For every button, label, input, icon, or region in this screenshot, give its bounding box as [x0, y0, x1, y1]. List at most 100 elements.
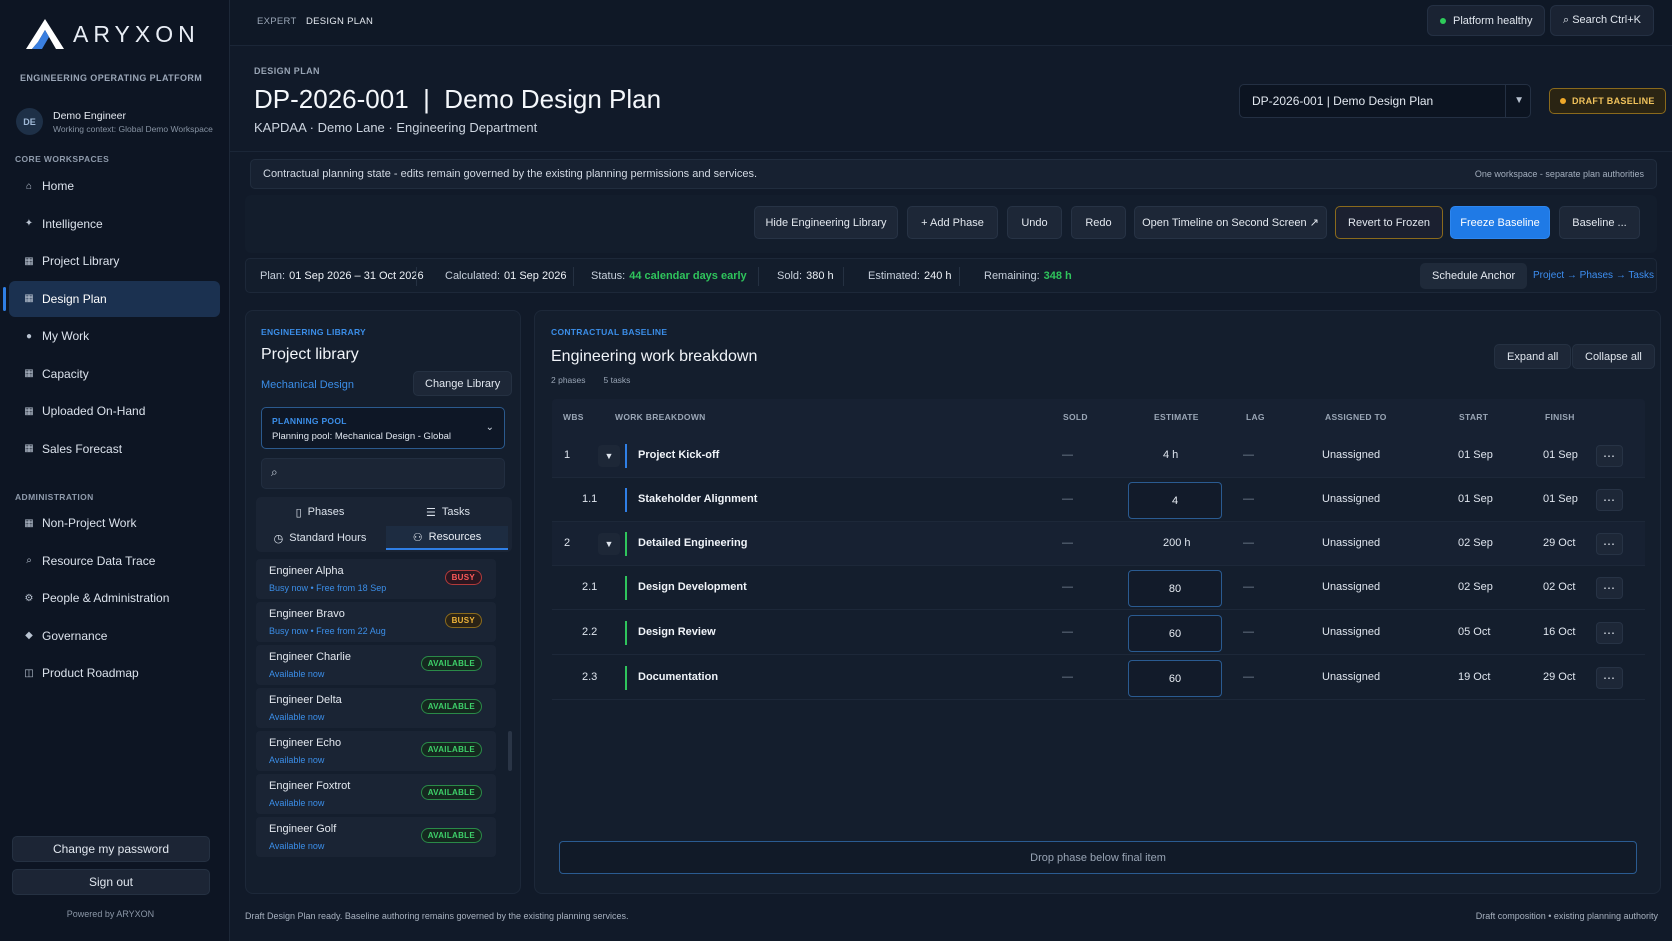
- diamond-icon: ◆: [25, 630, 33, 641]
- work-item-name[interactable]: Project Kick-off: [638, 449, 719, 461]
- plan-selector[interactable]: DP-2026-001 | Demo Design Plan ▼: [1239, 84, 1531, 118]
- sign-out-button[interactable]: Sign out: [12, 869, 210, 895]
- resource-name: Engineer Bravo: [269, 608, 345, 620]
- collapse-toggle-icon[interactable]: ▼: [598, 533, 620, 555]
- more-options-icon[interactable]: ⋯: [1596, 445, 1623, 467]
- task-row[interactable]: 2.3 Documentation — — Unassigned 19 Oct 29 Oct…: [552, 656, 1645, 700]
- baseline-menu-button[interactable]: Baseline ...: [1559, 206, 1640, 239]
- sidebar-item-my-work[interactable]: ● My Work: [9, 318, 220, 354]
- estimate-input[interactable]: [1128, 615, 1222, 652]
- resource-card[interactable]: Engineer Golf Available now AVAILABLE: [256, 817, 496, 857]
- estimate-input[interactable]: [1128, 660, 1222, 697]
- sidebar-item-label: Design Plan: [42, 291, 107, 306]
- sidebar-item-intelligence[interactable]: ✦ Intelligence: [9, 206, 220, 242]
- sidebar-item-project-library[interactable]: ▦ Project Library: [9, 243, 220, 279]
- administration-heading: ADMINISTRATION: [15, 492, 94, 502]
- tab-phases-label: Phases: [307, 506, 345, 518]
- expand-all-button[interactable]: Expand all: [1494, 344, 1572, 369]
- more-options-icon[interactable]: ⋯: [1596, 533, 1623, 555]
- sidebar-item-home[interactable]: ⌂ Home: [9, 168, 220, 204]
- task-row[interactable]: 2.2 Design Review — — Unassigned 05 Oct 16 Oct…: [552, 611, 1645, 655]
- stat-calculated-label: Calculated:: [445, 270, 501, 282]
- resource-card[interactable]: Engineer Delta Available now AVAILABLE: [256, 688, 496, 728]
- estimate-input[interactable]: [1128, 482, 1222, 519]
- work-item-name[interactable]: Design Review: [638, 626, 716, 638]
- estimate-input[interactable]: [1128, 570, 1222, 607]
- hide-library-button[interactable]: Hide Engineering Library: [754, 206, 898, 239]
- wbs-kicker: CONTRACTUAL BASELINE: [551, 327, 668, 337]
- stat-divider: [573, 267, 574, 286]
- planning-pool-select[interactable]: PLANNING POOL Planning pool: Mechanical …: [261, 407, 505, 449]
- collapse-toggle-icon[interactable]: ▼: [598, 445, 620, 467]
- stat-estimated-value: 240 h: [923, 270, 952, 282]
- work-item-name[interactable]: Stakeholder Alignment: [638, 493, 757, 505]
- task-row[interactable]: 2.1 Design Development — — Unassigned 02 Sep 0…: [552, 566, 1645, 610]
- resource-card[interactable]: Engineer Echo Available now AVAILABLE: [256, 731, 496, 771]
- change-library-button[interactable]: Change Library: [413, 371, 513, 396]
- phase-color-bar: [625, 666, 627, 690]
- sidebar-item-sales-forecast[interactable]: ▦ Sales Forecast: [9, 431, 220, 467]
- more-options-icon[interactable]: ⋯: [1596, 667, 1623, 689]
- library-search-input[interactable]: [261, 458, 505, 489]
- freeze-baseline-button[interactable]: Freeze Baseline: [1450, 206, 1550, 239]
- resource-card[interactable]: Engineer Bravo Busy now • Free from 22 Au…: [256, 602, 496, 642]
- sidebar-item-governance[interactable]: ◆ Governance: [9, 618, 220, 654]
- assigned-to[interactable]: Unassigned: [1322, 626, 1380, 638]
- schedule-anchor-button[interactable]: Schedule Anchor: [1420, 263, 1528, 289]
- tab-standard-hours[interactable]: ◷ Standard Hours: [256, 526, 384, 550]
- assigned-to[interactable]: Unassigned: [1322, 581, 1380, 593]
- more-options-icon[interactable]: ⋯: [1596, 622, 1623, 644]
- finish-date: 01 Sep: [1543, 449, 1578, 461]
- brand-logo[interactable]: ARYXON: [25, 18, 200, 50]
- open-timeline-button[interactable]: Open Timeline on Second Screen ↗: [1134, 206, 1327, 239]
- add-phase-button[interactable]: + Add Phase: [907, 206, 998, 239]
- drop-phase-zone[interactable]: Drop phase below final item: [559, 841, 1637, 874]
- library-tabs: ▯ Phases ☰ Tasks ◷ Standard Hours ⚇ Reso…: [256, 497, 512, 552]
- library-discipline-link[interactable]: Mechanical Design: [261, 379, 354, 391]
- assigned-to[interactable]: Unassigned: [1322, 493, 1380, 505]
- assigned-to[interactable]: Unassigned: [1322, 449, 1380, 461]
- more-options-icon[interactable]: ⋯: [1596, 577, 1623, 599]
- sidebar-item-design-plan[interactable]: ▦ Design Plan: [3, 280, 220, 317]
- user-card[interactable]: DE Demo Engineer Working context: Global…: [16, 108, 213, 135]
- tab-resources[interactable]: ⚇ Resources: [386, 526, 508, 550]
- resource-card[interactable]: Engineer Foxtrot Available now AVAILABLE: [256, 774, 496, 814]
- sidebar-item-resource-data-trace[interactable]: ⌕ Resource Data Trace: [9, 543, 220, 579]
- sidebar-item-capacity[interactable]: ▦ Capacity: [9, 356, 220, 392]
- resource-card[interactable]: Engineer Alpha Busy now • Free from 18 Se…: [256, 559, 496, 599]
- resource-card[interactable]: Engineer Charlie Available now AVAILABLE: [256, 645, 496, 685]
- phase-row[interactable]: 2 ▼ Detailed Engineering — 200 h — Unassigned 0…: [552, 522, 1645, 566]
- start-date: 05 Oct: [1458, 626, 1491, 638]
- change-password-button[interactable]: Change my password: [12, 836, 210, 862]
- sidebar-item-non-project-work[interactable]: ▦ Non-Project Work: [9, 505, 220, 541]
- search-button[interactable]: ⌕ Search Ctrl+K: [1550, 5, 1654, 36]
- assigned-to[interactable]: Unassigned: [1322, 671, 1380, 683]
- breadcrumb-root[interactable]: EXPERT: [257, 16, 297, 27]
- tab-phases[interactable]: ▯ Phases: [256, 500, 384, 524]
- phase-color-bar: [625, 621, 627, 645]
- work-item-name[interactable]: Detailed Engineering: [638, 537, 747, 549]
- library-scrollbar[interactable]: [508, 731, 512, 771]
- redo-button[interactable]: Redo: [1071, 206, 1126, 239]
- platform-health-indicator[interactable]: Platform healthy: [1427, 5, 1546, 36]
- phase-row[interactable]: 1 ▼ Project Kick-off — 4 h — Unassigned 01 Sep 0…: [552, 434, 1645, 478]
- collapse-all-button[interactable]: Collapse all: [1572, 344, 1655, 369]
- lag-value: —: [1243, 449, 1254, 461]
- undo-button[interactable]: Undo: [1007, 206, 1062, 239]
- work-item-name[interactable]: Documentation: [638, 671, 718, 683]
- start-date: 02 Sep: [1458, 581, 1493, 593]
- tab-tasks[interactable]: ☰ Tasks: [384, 500, 512, 524]
- status-badge: BUSY: [444, 570, 482, 585]
- revert-to-frozen-button[interactable]: Revert to Frozen: [1335, 206, 1443, 239]
- sidebar-item-uploaded-on-hand[interactable]: ▦ Uploaded On-Hand: [9, 393, 220, 429]
- work-item-name[interactable]: Design Development: [638, 581, 747, 593]
- task-row[interactable]: 1.1 Stakeholder Alignment — — Unassigned 01 S…: [552, 478, 1645, 522]
- sidebar-item-people-administration[interactable]: ⚙ People & Administration: [9, 580, 220, 616]
- sidebar-item-product-roadmap[interactable]: ◫ Product Roadmap: [9, 655, 220, 691]
- hierarchy-path-link[interactable]: Project → Phases → Tasks: [1533, 270, 1654, 281]
- assigned-to[interactable]: Unassigned: [1322, 537, 1380, 549]
- user-context: Working context: Global Demo Workspace: [53, 123, 213, 134]
- footer-authority: Draft composition • existing planning au…: [1475, 911, 1658, 921]
- more-options-icon[interactable]: ⋯: [1596, 489, 1623, 511]
- tab-resources-label: Resources: [428, 531, 482, 543]
